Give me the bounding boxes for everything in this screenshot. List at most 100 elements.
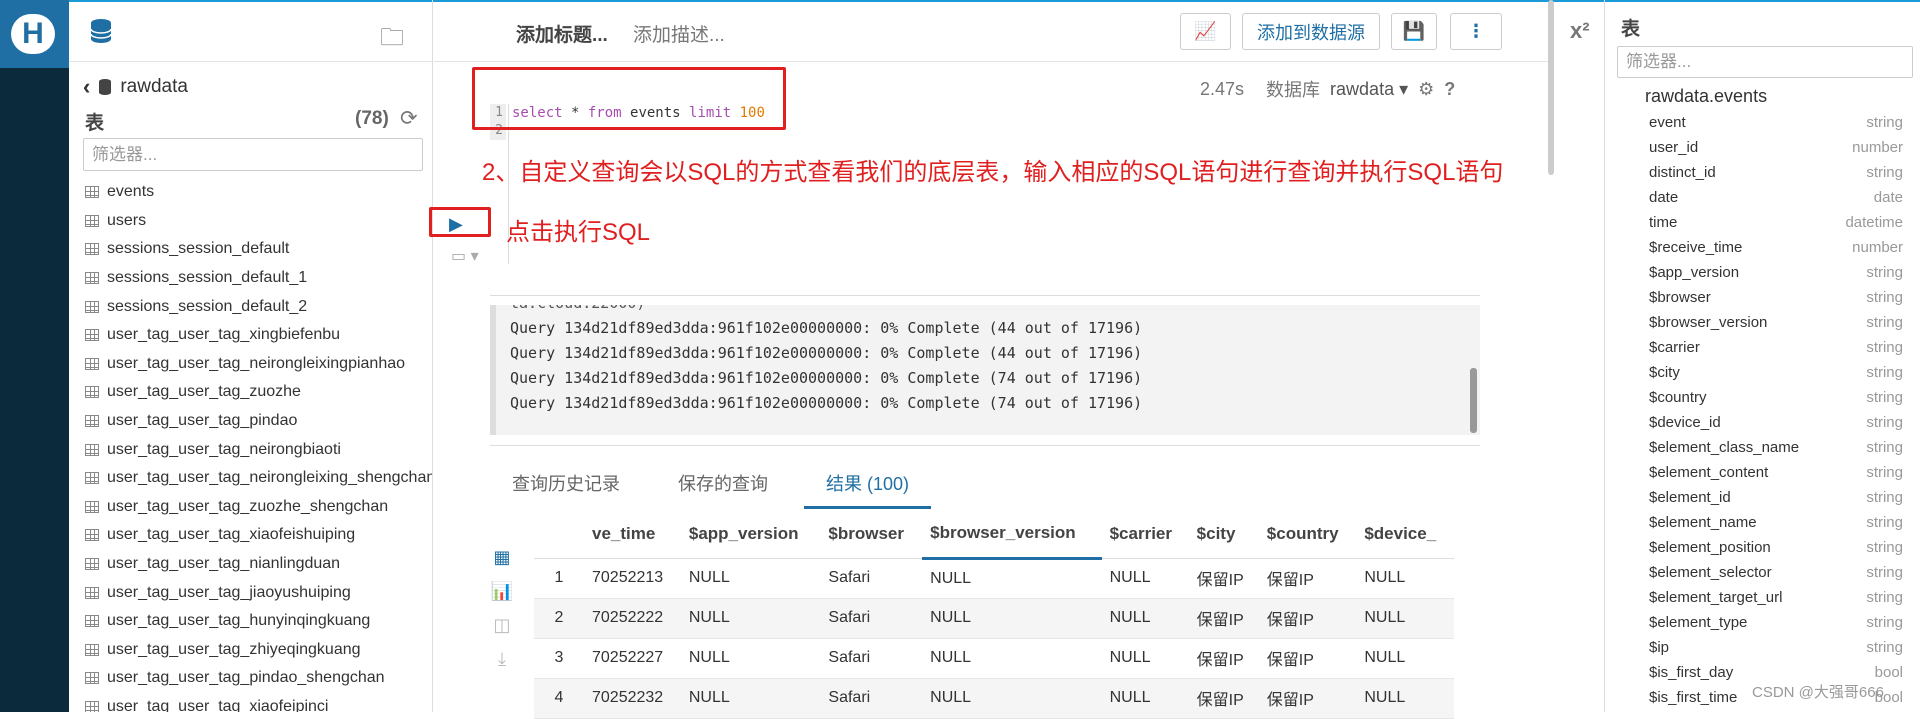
table-filter-input[interactable]: 筛选器...: [83, 138, 423, 171]
column-item[interactable]: $ip string: [1649, 635, 1903, 660]
help-icon[interactable]: ?: [1444, 79, 1455, 100]
log-scrollbar[interactable]: [1470, 368, 1477, 433]
gear-icon[interactable]: ⚙: [1418, 79, 1434, 100]
column-type: string: [1866, 539, 1903, 556]
columns-icon[interactable]: ◫: [490, 608, 514, 642]
bar-chart-icon[interactable]: 📊: [490, 574, 514, 608]
save-button[interactable]: 💾: [1391, 13, 1437, 50]
column-header[interactable]: $city: [1188, 510, 1259, 559]
column-header[interactable]: $device_: [1356, 510, 1454, 559]
column-item[interactable]: $device_id string: [1649, 410, 1903, 435]
tab-saved-queries[interactable]: 保存的查询: [656, 460, 790, 509]
assist-panel: 表 筛选器... rawdata.events event string user_…: [1604, 0, 1920, 712]
column-item[interactable]: $carrier string: [1649, 335, 1903, 360]
tab-results[interactable]: 结果 (100): [804, 460, 932, 509]
table-row[interactable]: 1 70252213 NULL Safari NULL NULL 保留IP 保留IP NULL: [534, 558, 1454, 599]
database-icon[interactable]: [89, 18, 113, 44]
table-list-item[interactable]: user_tag_user_tag_zhiyeqingkuang: [85, 636, 432, 665]
back-chevron-icon[interactable]: ‹: [83, 74, 90, 100]
column-item[interactable]: $browser string: [1649, 285, 1903, 310]
column-item[interactable]: user_id number: [1649, 135, 1903, 160]
column-item[interactable]: $element_class_name string: [1649, 435, 1903, 460]
column-item[interactable]: $element_target_url string: [1649, 585, 1903, 610]
tab-query-history[interactable]: 查询历史记录: [490, 460, 642, 509]
chart-button[interactable]: 📈: [1180, 13, 1231, 50]
table-cell: NULL: [1356, 638, 1454, 679]
refresh-icon[interactable]: ⟳: [400, 106, 418, 131]
table-row[interactable]: 3 70252227 NULL Safari NULL NULL 保留IP 保留IP NULL: [534, 638, 1454, 679]
column-header[interactable]: $browser_version: [922, 510, 1102, 560]
query-title-input[interactable]: 添加标题...: [516, 20, 608, 47]
breadcrumb-db-name[interactable]: rawdata: [120, 76, 188, 98]
column-item[interactable]: $element_content string: [1649, 460, 1903, 485]
column-item[interactable]: date date: [1649, 185, 1903, 210]
column-item[interactable]: $browser_version string: [1649, 310, 1903, 335]
table-cell: NULL: [1101, 558, 1189, 599]
table-cell: NULL: [922, 678, 1102, 719]
column-item[interactable]: $element_type string: [1649, 610, 1903, 635]
table-list-item[interactable]: user_tag_user_tag_xiaofeipinci: [85, 693, 432, 712]
table-list-item[interactable]: user_tag_user_tag_hunyinqingkuang: [85, 607, 432, 636]
table-list-item[interactable]: user_tag_user_tag_neirongbiaoti: [85, 435, 432, 464]
functions-icon[interactable]: x²: [1570, 18, 1590, 44]
add-to-datasource-button[interactable]: 添加到数据源: [1242, 13, 1380, 50]
column-header[interactable]: ve_time: [584, 510, 681, 559]
table-name: user_tag_user_tag_neirongleixingpianhao: [107, 354, 406, 372]
more-vertical-icon: ⋮: [1467, 21, 1485, 41]
column-name: $app_version: [1649, 264, 1740, 281]
grid-view-icon[interactable]: ▦: [490, 540, 514, 574]
column-header[interactable]: [534, 510, 584, 559]
map-icon[interactable]: ▭ ▾: [451, 246, 479, 266]
table-list-item[interactable]: users: [85, 207, 432, 236]
column-item[interactable]: $element_selector string: [1649, 560, 1903, 585]
table-list-item[interactable]: sessions_session_default_1: [85, 264, 432, 293]
table-row[interactable]: 4 70252232 NULL Safari NULL NULL 保留IP 保留IP NULL: [534, 678, 1454, 719]
db-label: 数据库: [1266, 80, 1321, 100]
folder-icon[interactable]: 🗀: [380, 20, 404, 61]
editor-scrollbar[interactable]: [1548, 0, 1554, 175]
assist-title: 表: [1621, 19, 1641, 40]
table-list-item[interactable]: user_tag_user_tag_nianlingduan: [85, 550, 432, 579]
query-description-input[interactable]: 添加描述...: [633, 20, 725, 47]
table-list-item[interactable]: user_tag_user_tag_neirongleixing_shengch…: [85, 464, 432, 493]
table-list-item[interactable]: user_tag_user_tag_jiaoyushuiping: [85, 578, 432, 607]
column-item[interactable]: $country string: [1649, 385, 1903, 410]
column-header[interactable]: $app_version: [680, 510, 821, 559]
table-list-item[interactable]: user_tag_user_tag_xingbiefenbu: [85, 321, 432, 350]
selected-table-name[interactable]: rawdata.events: [1645, 86, 1767, 107]
column-item[interactable]: $element_id string: [1649, 485, 1903, 510]
table-list-item[interactable]: user_tag_user_tag_pindao: [85, 407, 432, 436]
column-header[interactable]: $browser: [820, 510, 923, 559]
column-item[interactable]: distinct_id string: [1649, 160, 1903, 185]
download-icon[interactable]: ⤓: [490, 642, 514, 676]
execute-play-icon[interactable]: ▶: [449, 214, 463, 235]
column-item[interactable]: event string: [1649, 110, 1903, 135]
db-select[interactable]: rawdata ▾: [1330, 79, 1408, 100]
column-item[interactable]: time datetime: [1649, 210, 1903, 235]
column-item[interactable]: $city string: [1649, 360, 1903, 385]
column-item[interactable]: $app_version string: [1649, 260, 1903, 285]
column-item[interactable]: $element_position string: [1649, 535, 1903, 560]
hue-logo-icon[interactable]: H: [11, 14, 55, 54]
column-header[interactable]: $carrier: [1101, 510, 1189, 559]
table-list-item[interactable]: user_tag_user_tag_xiaofeishuiping: [85, 521, 432, 550]
table-list-item[interactable]: sessions_session_default_2: [85, 292, 432, 321]
column-item[interactable]: $receive_time number: [1649, 235, 1903, 260]
breadcrumb[interactable]: ‹ rawdata: [83, 74, 188, 100]
table-list-item[interactable]: events: [85, 178, 432, 207]
column-name: $element_content: [1649, 464, 1769, 481]
app-logo-area[interactable]: H: [0, 0, 69, 68]
column-type: string: [1866, 314, 1903, 331]
table-list-item[interactable]: sessions_session_default: [85, 235, 432, 264]
table-list-item[interactable]: user_tag_user_tag_zuozhe_shengchan: [85, 493, 432, 522]
column-header[interactable]: $country: [1258, 510, 1357, 559]
table-list-item[interactable]: user_tag_user_tag_zuozhe: [85, 378, 432, 407]
more-options-button[interactable]: ⋮: [1450, 13, 1502, 50]
annotation-step2: 2、自定义查询会以SQL的方式查看我们的底层表，输入相应的SQL语句进行查询并执…: [482, 159, 1504, 186]
watermark: CSDN @大强哥666: [1752, 684, 1884, 701]
table-row[interactable]: 2 70252222 NULL Safari NULL NULL 保留IP 保留IP NULL: [534, 598, 1454, 639]
column-filter-input[interactable]: 筛选器...: [1617, 46, 1913, 78]
table-list-item[interactable]: user_tag_user_tag_pindao_shengchan: [85, 664, 432, 693]
table-list-item[interactable]: user_tag_user_tag_neirongleixingpianhao: [85, 350, 432, 379]
column-item[interactable]: $element_name string: [1649, 510, 1903, 535]
